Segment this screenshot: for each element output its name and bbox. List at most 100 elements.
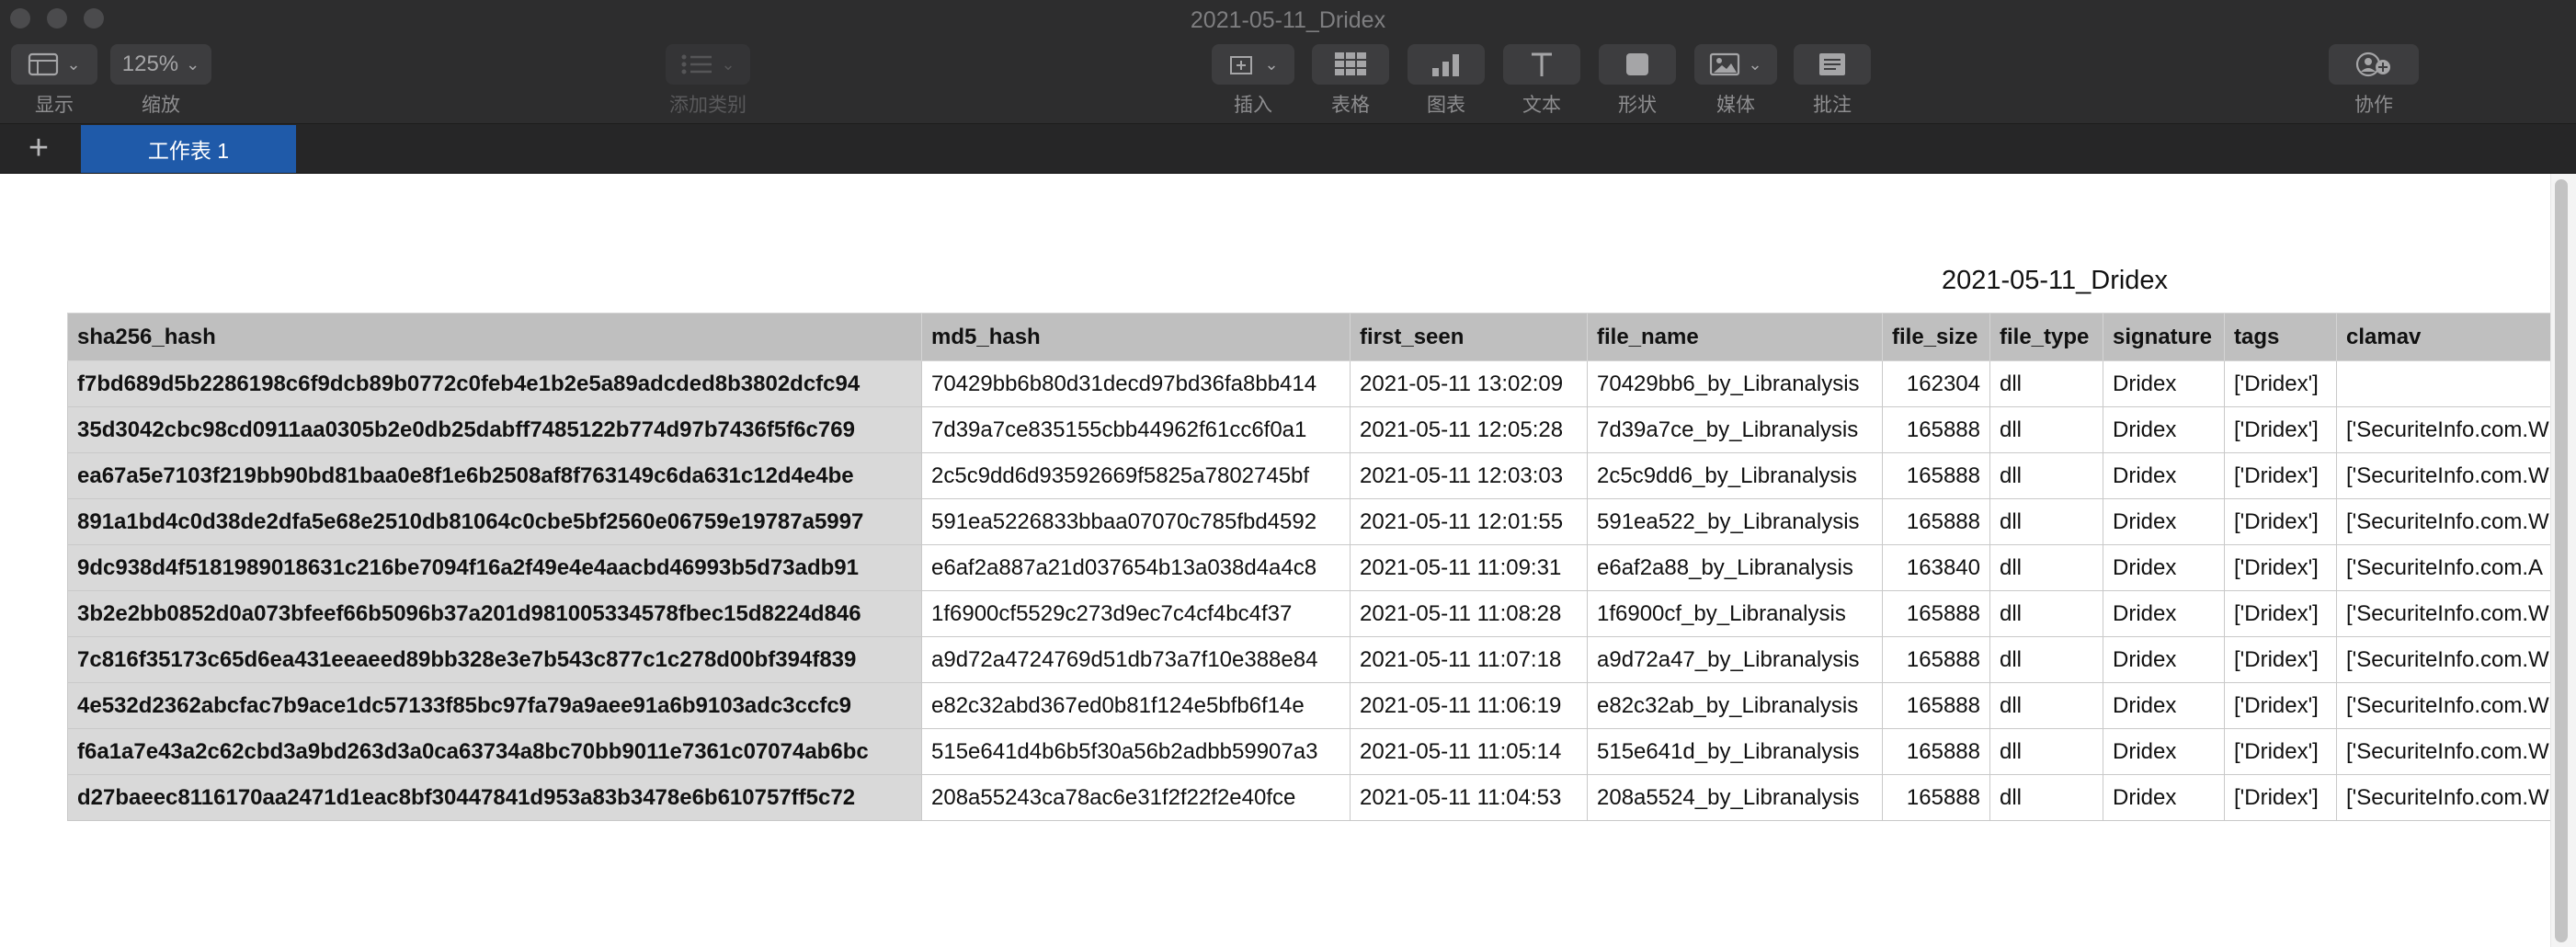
- cell-signature[interactable]: Dridex: [2103, 406, 2225, 453]
- cell-first-seen[interactable]: 2021-05-11 13:02:09: [1350, 360, 1588, 407]
- cell-sha256-hash[interactable]: 35d3042cbc98cd0911aa0305b2e0db25dabff748…: [67, 406, 922, 453]
- cell-signature[interactable]: Dridex: [2103, 682, 2225, 729]
- cell-file-name[interactable]: e82c32ab_by_Libranalysis: [1587, 682, 1883, 729]
- cell-file-size[interactable]: 165888: [1882, 452, 1990, 499]
- cell-signature[interactable]: Dridex: [2103, 590, 2225, 637]
- cell-file-type[interactable]: dll: [1989, 544, 2103, 591]
- cell-file-type[interactable]: dll: [1989, 498, 2103, 545]
- cell-tags[interactable]: ['Dridex']: [2224, 498, 2337, 545]
- data-table[interactable]: sha256_hash md5_hash first_seen file_name fi…: [67, 313, 2559, 821]
- cell-tags[interactable]: ['Dridex']: [2224, 728, 2337, 775]
- cell-file-size[interactable]: 165888: [1882, 498, 1990, 545]
- cell-file-type[interactable]: dll: [1989, 360, 2103, 407]
- cell-file-name[interactable]: 1f6900cf_by_Libranalysis: [1587, 590, 1883, 637]
- cell-clamav[interactable]: ['SecuriteInfo.com.W: [2336, 452, 2559, 499]
- cell-clamav[interactable]: ['SecuriteInfo.com.W: [2336, 498, 2559, 545]
- cell-sha256-hash[interactable]: d27baeec8116170aa2471d1eac8bf30447841d95…: [67, 774, 922, 821]
- add-category-button[interactable]: ⌄: [666, 44, 750, 85]
- view-button[interactable]: ⌄: [11, 44, 97, 85]
- cell-file-name[interactable]: 208a5524_by_Libranalysis: [1587, 774, 1883, 821]
- cell-tags[interactable]: ['Dridex']: [2224, 360, 2337, 407]
- cell-first-seen[interactable]: 2021-05-11 12:05:28: [1350, 406, 1588, 453]
- column-header-file-name[interactable]: file_name: [1587, 313, 1883, 361]
- cell-clamav[interactable]: [2336, 360, 2559, 407]
- cell-tags[interactable]: ['Dridex']: [2224, 544, 2337, 591]
- cell-clamav[interactable]: ['SecuriteInfo.com.W: [2336, 728, 2559, 775]
- cell-clamav[interactable]: ['SecuriteInfo.com.W: [2336, 774, 2559, 821]
- cell-tags[interactable]: ['Dridex']: [2224, 774, 2337, 821]
- cell-md5-hash[interactable]: 591ea5226833bbaa07070c785fbd4592: [921, 498, 1351, 545]
- cell-md5-hash[interactable]: 208a55243ca78ac6e31f2f22f2e40fce: [921, 774, 1351, 821]
- cell-signature[interactable]: Dridex: [2103, 452, 2225, 499]
- cell-signature[interactable]: Dridex: [2103, 774, 2225, 821]
- comment-button[interactable]: [1794, 44, 1871, 85]
- cell-file-type[interactable]: dll: [1989, 590, 2103, 637]
- cell-sha256-hash[interactable]: f7bd689d5b2286198c6f9dcb89b0772c0feb4e1b…: [67, 360, 922, 407]
- cell-sha256-hash[interactable]: 4e532d2362abcfac7b9ace1dc57133f85bc97fa7…: [67, 682, 922, 729]
- cell-file-type[interactable]: dll: [1989, 728, 2103, 775]
- cell-signature[interactable]: Dridex: [2103, 360, 2225, 407]
- cell-sha256-hash[interactable]: 3b2e2bb0852d0a073bfeef66b5096b37a201d981…: [67, 590, 922, 637]
- cell-file-name[interactable]: 70429bb6_by_Libranalysis: [1587, 360, 1883, 407]
- tab-sheet-1[interactable]: 工作表 1: [81, 125, 296, 173]
- cell-file-type[interactable]: dll: [1989, 774, 2103, 821]
- cell-first-seen[interactable]: 2021-05-11 11:09:31: [1350, 544, 1588, 591]
- media-button[interactable]: ⌄: [1694, 44, 1777, 85]
- cell-file-size[interactable]: 162304: [1882, 360, 1990, 407]
- cell-md5-hash[interactable]: a9d72a4724769d51db73a7f10e388e84: [921, 636, 1351, 683]
- cell-signature[interactable]: Dridex: [2103, 544, 2225, 591]
- cell-md5-hash[interactable]: e82c32abd367ed0b81f124e5bfb6f14e: [921, 682, 1351, 729]
- cell-first-seen[interactable]: 2021-05-11 11:06:19: [1350, 682, 1588, 729]
- column-header-first-seen[interactable]: first_seen: [1350, 313, 1588, 361]
- shape-button[interactable]: [1599, 44, 1676, 85]
- cell-file-size[interactable]: 165888: [1882, 774, 1990, 821]
- cell-signature[interactable]: Dridex: [2103, 498, 2225, 545]
- cell-first-seen[interactable]: 2021-05-11 11:04:53: [1350, 774, 1588, 821]
- text-button[interactable]: [1503, 44, 1580, 85]
- cell-clamav[interactable]: ['SecuriteInfo.com.W: [2336, 406, 2559, 453]
- cell-sha256-hash[interactable]: f6a1a7e43a2c62cbd3a9bd263d3a0ca63734a8bc…: [67, 728, 922, 775]
- cell-clamav[interactable]: ['SecuriteInfo.com.W: [2336, 682, 2559, 729]
- cell-file-type[interactable]: dll: [1989, 406, 2103, 453]
- cell-file-name[interactable]: 7d39a7ce_by_Libranalysis: [1587, 406, 1883, 453]
- cell-tags[interactable]: ['Dridex']: [2224, 682, 2337, 729]
- cell-first-seen[interactable]: 2021-05-11 11:08:28: [1350, 590, 1588, 637]
- cell-first-seen[interactable]: 2021-05-11 12:03:03: [1350, 452, 1588, 499]
- cell-signature[interactable]: Dridex: [2103, 636, 2225, 683]
- column-header-md5-hash[interactable]: md5_hash: [921, 313, 1351, 361]
- cell-file-name[interactable]: a9d72a47_by_Libranalysis: [1587, 636, 1883, 683]
- cell-signature[interactable]: Dridex: [2103, 728, 2225, 775]
- column-header-signature[interactable]: signature: [2103, 313, 2225, 361]
- cell-file-name[interactable]: 2c5c9dd6_by_Libranalysis: [1587, 452, 1883, 499]
- cell-file-name[interactable]: 515e641d_by_Libranalysis: [1587, 728, 1883, 775]
- cell-first-seen[interactable]: 2021-05-11 12:01:55: [1350, 498, 1588, 545]
- cell-file-size[interactable]: 165888: [1882, 406, 1990, 453]
- cell-md5-hash[interactable]: 7d39a7ce835155cbb44962f61cc6f0a1: [921, 406, 1351, 453]
- cell-tags[interactable]: ['Dridex']: [2224, 636, 2337, 683]
- cell-sha256-hash[interactable]: 7c816f35173c65d6ea431eeaeed89bb328e3e7b5…: [67, 636, 922, 683]
- column-header-sha256-hash[interactable]: sha256_hash: [67, 313, 922, 361]
- cell-sha256-hash[interactable]: 9dc938d4f5181989018631c216be7094f16a2f49…: [67, 544, 922, 591]
- cell-md5-hash[interactable]: 70429bb6b80d31decd97bd36fa8bb414: [921, 360, 1351, 407]
- cell-file-type[interactable]: dll: [1989, 452, 2103, 499]
- column-header-clamav[interactable]: clamav: [2336, 313, 2559, 361]
- cell-file-name[interactable]: 591ea522_by_Libranalysis: [1587, 498, 1883, 545]
- cell-sha256-hash[interactable]: 891a1bd4c0d38de2dfa5e68e2510db81064c0cbe…: [67, 498, 922, 545]
- cell-clamav[interactable]: ['SecuriteInfo.com.A: [2336, 544, 2559, 591]
- cell-file-size[interactable]: 163840: [1882, 544, 1990, 591]
- cell-file-type[interactable]: dll: [1989, 636, 2103, 683]
- cell-tags[interactable]: ['Dridex']: [2224, 406, 2337, 453]
- cell-tags[interactable]: ['Dridex']: [2224, 452, 2337, 499]
- cell-file-name[interactable]: e6af2a88_by_Libranalysis: [1587, 544, 1883, 591]
- vertical-scrollbar-thumb[interactable]: [2555, 179, 2568, 942]
- column-header-file-size[interactable]: file_size: [1882, 313, 1990, 361]
- cell-clamav[interactable]: ['SecuriteInfo.com.W: [2336, 636, 2559, 683]
- cell-md5-hash[interactable]: e6af2a887a21d037654b13a038d4a4c8: [921, 544, 1351, 591]
- cell-file-size[interactable]: 165888: [1882, 682, 1990, 729]
- cell-first-seen[interactable]: 2021-05-11 11:05:14: [1350, 728, 1588, 775]
- cell-file-size[interactable]: 165888: [1882, 636, 1990, 683]
- table-title[interactable]: 2021-05-11_Dridex: [1931, 266, 2179, 296]
- cell-md5-hash[interactable]: 2c5c9dd6d93592669f5825a7802745bf: [921, 452, 1351, 499]
- column-header-tags[interactable]: tags: [2224, 313, 2337, 361]
- cell-first-seen[interactable]: 2021-05-11 11:07:18: [1350, 636, 1588, 683]
